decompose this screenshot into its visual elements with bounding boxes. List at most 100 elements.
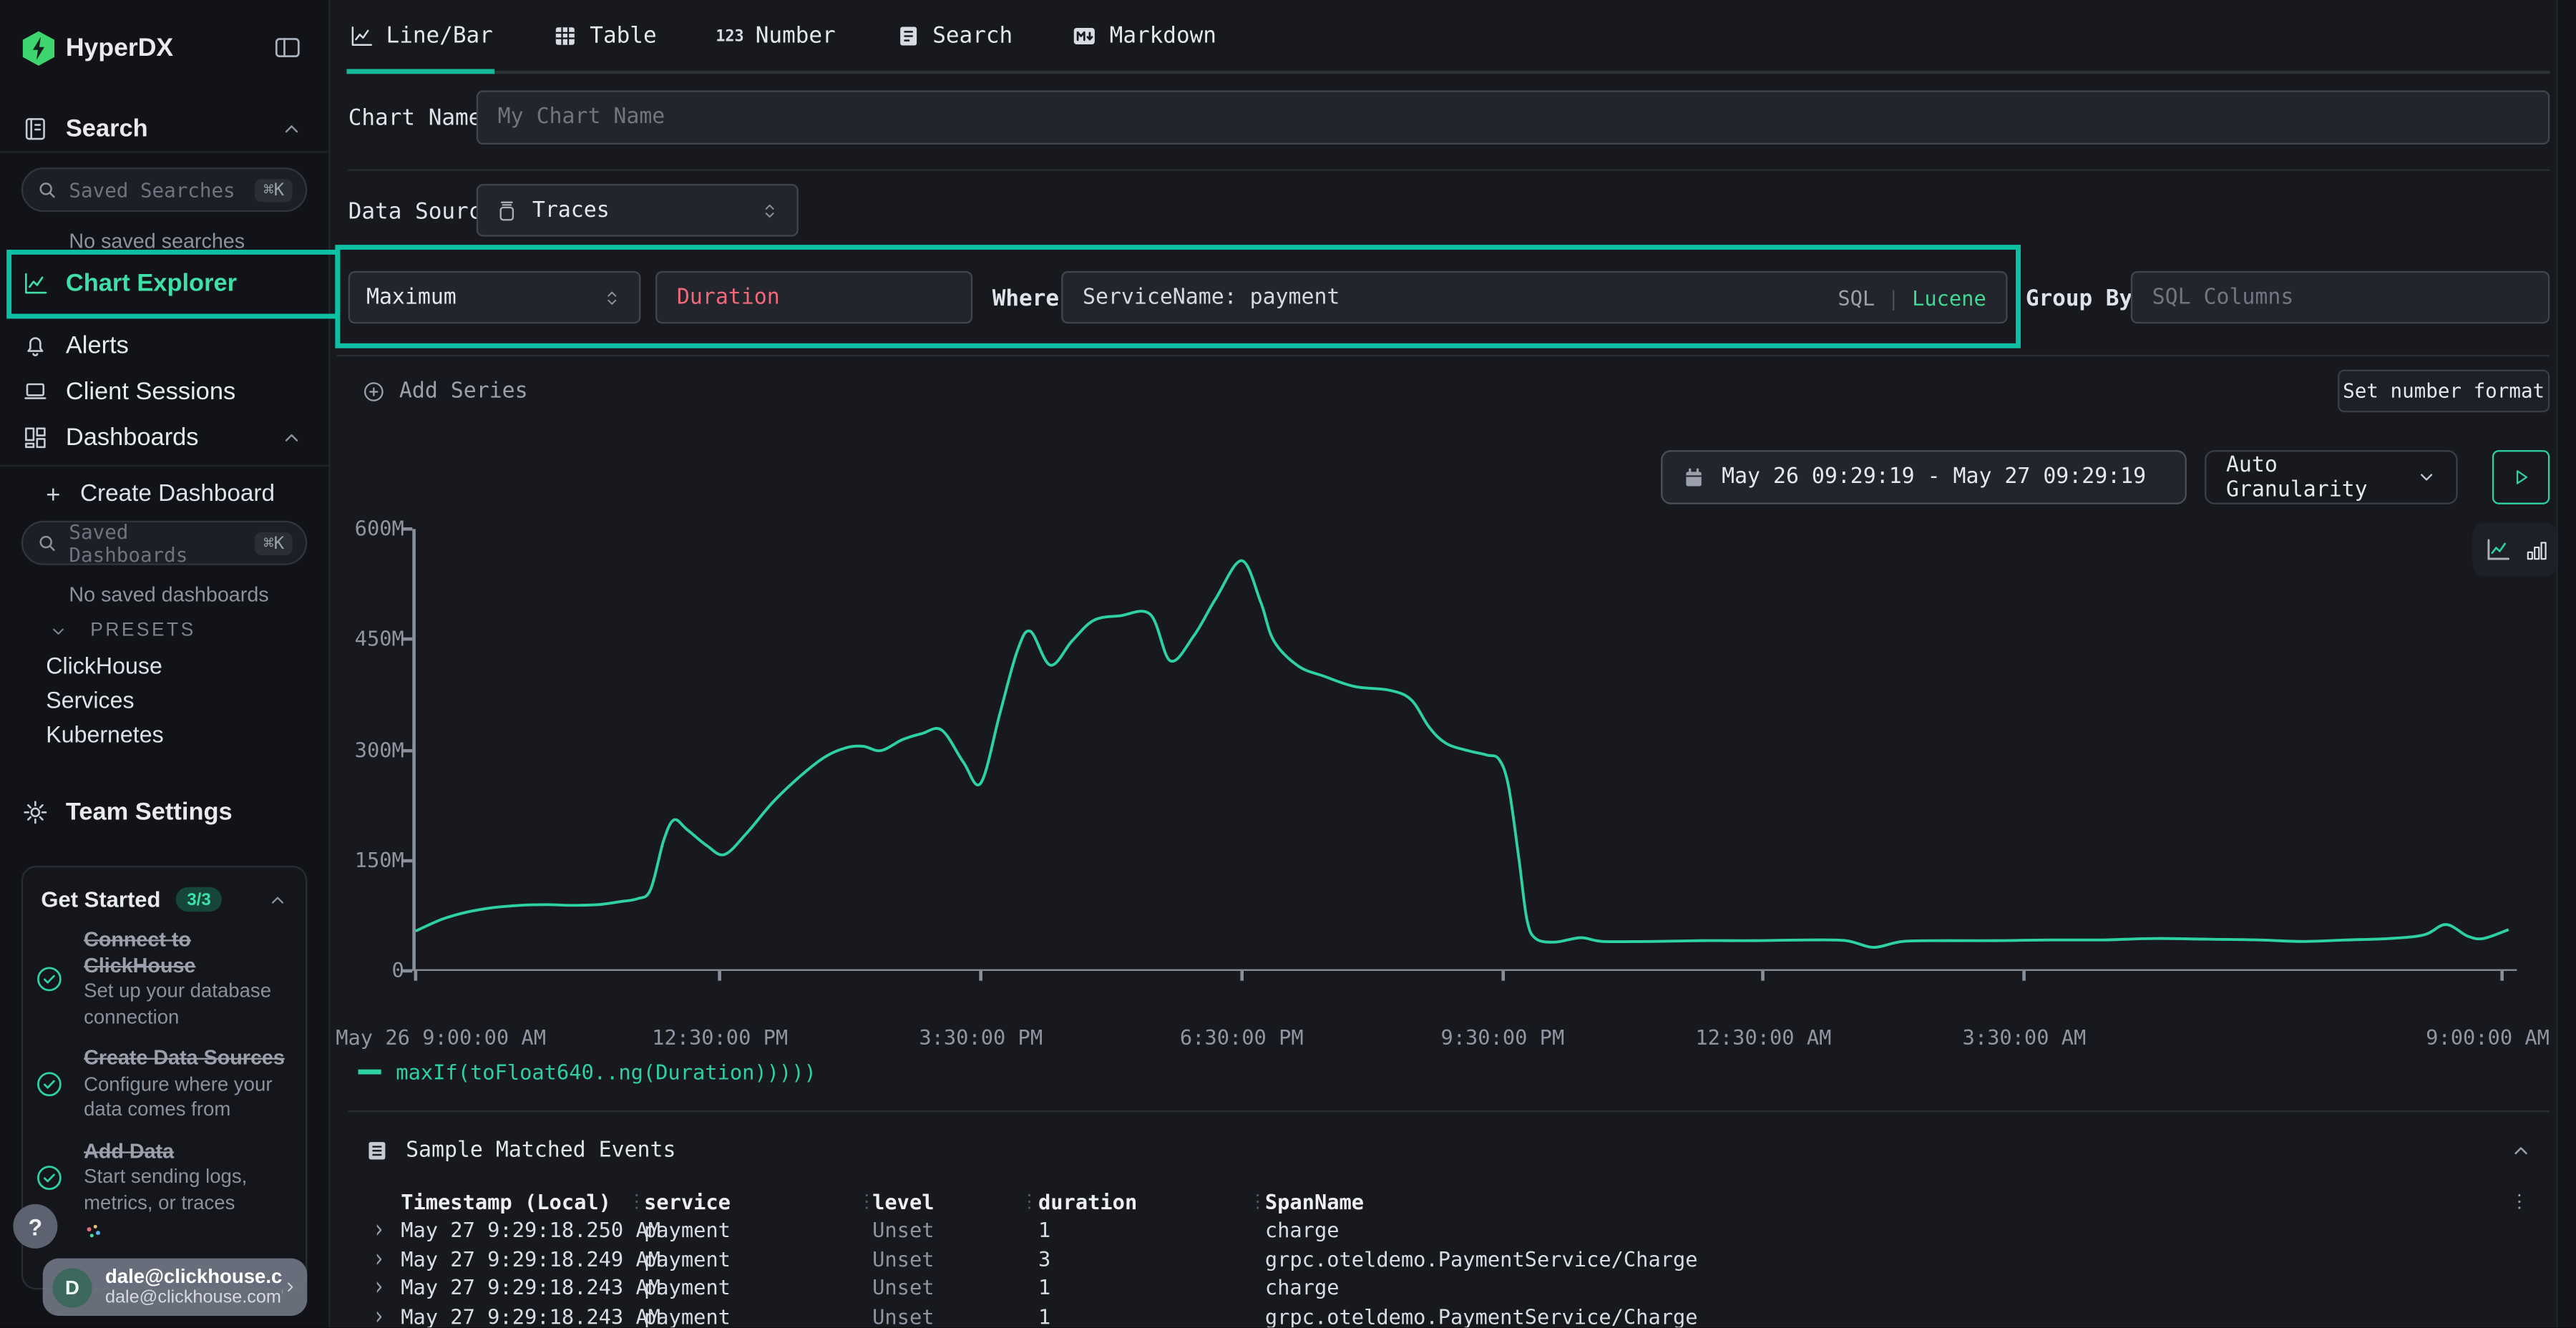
collapse-events-icon[interactable] bbox=[2510, 1140, 2532, 1161]
get-started-badge: 3/3 bbox=[175, 887, 223, 912]
column-header-level[interactable]: level bbox=[872, 1189, 934, 1214]
chevron-up-icon[interactable] bbox=[268, 889, 288, 909]
column-header-spanname[interactable]: SpanName bbox=[1265, 1189, 1364, 1214]
data-source-value: Traces bbox=[532, 198, 610, 223]
laptop-icon bbox=[21, 377, 49, 405]
123-icon: 123 bbox=[716, 27, 743, 45]
expand-row-icon[interactable]: › bbox=[373, 1214, 385, 1244]
chart-series-line bbox=[416, 561, 2509, 947]
column-header-duration[interactable]: duration bbox=[1038, 1189, 1137, 1214]
get-started-item[interactable]: Add DataStart sending logs, metrics, or … bbox=[34, 1139, 288, 1216]
tab-line-bar[interactable]: Line/Bar bbox=[348, 0, 493, 72]
legend-swatch bbox=[358, 1070, 381, 1074]
expand-row-icon[interactable]: › bbox=[373, 1243, 385, 1273]
date-range-value: May 26 09:29:19 - May 27 09:29:19 bbox=[1722, 465, 2146, 489]
get-started-extra-item[interactable] bbox=[84, 1222, 288, 1244]
table-row[interactable]: ›May 27 9:29:18.243 AMpaymentUnset1grpc.… bbox=[348, 1304, 2550, 1327]
help-button[interactable]: ? bbox=[13, 1204, 57, 1249]
column-resize-handle[interactable]: ⋮ bbox=[1020, 1191, 1038, 1213]
cell-spanname: charge bbox=[1265, 1275, 1340, 1299]
sample-events-header[interactable]: Sample Matched Events bbox=[365, 1135, 676, 1164]
table-row[interactable]: ›May 27 9:29:18.249 AMpaymentUnset3grpc.… bbox=[348, 1246, 2550, 1274]
sidebar-section-search[interactable]: Search bbox=[0, 105, 328, 151]
chart-name-field[interactable] bbox=[477, 90, 2550, 145]
column-resize-handle[interactable]: ⋮ bbox=[857, 1191, 875, 1213]
date-range-picker[interactable]: May 26 09:29:19 - May 27 09:29:19 bbox=[1661, 450, 2187, 504]
add-series-button[interactable]: Add Series bbox=[361, 376, 528, 406]
tab-search[interactable]: Search bbox=[894, 0, 1013, 72]
x-tick-mark bbox=[1240, 971, 1244, 981]
y-tick-label: 300M bbox=[306, 737, 404, 761]
presets-toggle[interactable]: PRESETS bbox=[0, 617, 328, 644]
doc-list-icon bbox=[365, 1138, 389, 1162]
y-tick-label: 0 bbox=[306, 958, 404, 982]
column-resize-handle[interactable]: ⋮ bbox=[1249, 1191, 1267, 1213]
user-menu[interactable]: D dale@clickhouse.com dale@clickhouse.co… bbox=[43, 1259, 308, 1316]
bar-chart-toggle-icon[interactable] bbox=[2524, 538, 2547, 561]
cell-spanname: charge bbox=[1265, 1217, 1340, 1241]
get-started-item[interactable]: Create Data SourcesConfigure where your … bbox=[34, 1046, 288, 1123]
set-number-format-button[interactable]: Set number format bbox=[2338, 370, 2550, 413]
tab-label: Search bbox=[932, 23, 1013, 49]
saved-dashboards-input[interactable]: Saved Dashboards ⌘K bbox=[21, 521, 307, 565]
lucene-mode-toggle[interactable]: Lucene bbox=[1912, 285, 1986, 309]
preset-clickhouse[interactable]: ClickHouse bbox=[46, 652, 162, 678]
granularity-select[interactable]: Auto Granularity bbox=[2205, 450, 2458, 504]
group-by-field[interactable] bbox=[2131, 271, 2550, 323]
y-axis-line bbox=[412, 529, 415, 971]
x-tick-mark bbox=[1501, 971, 1505, 981]
sidebar-item-client-sessions[interactable]: Client Sessions bbox=[0, 368, 328, 414]
cell-level: Unset bbox=[872, 1275, 934, 1299]
table-options-kebab-icon[interactable]: ⋮ bbox=[2510, 1191, 2528, 1213]
table-row[interactable]: ›May 27 9:29:18.250 AMpaymentUnset1charg… bbox=[348, 1217, 2550, 1246]
aggregation-select[interactable]: Maximum bbox=[348, 271, 641, 323]
chart-name-input[interactable] bbox=[478, 105, 2548, 130]
cell-duration: 1 bbox=[1038, 1217, 1050, 1241]
expand-row-icon[interactable]: › bbox=[373, 1271, 385, 1302]
collapse-sidebar-icon[interactable] bbox=[273, 33, 302, 62]
events-table-header: Timestamp (Local) service level duration Spa… bbox=[348, 1189, 2550, 1217]
x-tick-mark bbox=[718, 971, 722, 981]
cell-level: Unset bbox=[872, 1304, 934, 1327]
run-query-button[interactable] bbox=[2492, 450, 2550, 504]
tab-markdown[interactable]: Markdown bbox=[1072, 0, 1216, 72]
column-header-service[interactable]: service bbox=[644, 1189, 731, 1214]
preset-kubernetes[interactable]: Kubernetes bbox=[46, 721, 163, 748]
hyperdx-logo-icon bbox=[21, 29, 56, 67]
sql-mode-toggle[interactable]: SQL bbox=[1838, 285, 1875, 309]
get-started-item[interactable]: Connect to ClickHouseSet up your databas… bbox=[34, 928, 288, 1030]
add-series-label: Add Series bbox=[399, 379, 528, 403]
presets-label: PRESETS bbox=[90, 621, 195, 641]
sidebar-item-chart-explorer[interactable]: Chart Explorer bbox=[0, 258, 328, 307]
group-by-input[interactable] bbox=[2132, 285, 2548, 309]
expand-row-icon[interactable]: › bbox=[373, 1300, 385, 1327]
sidebar-item-alerts[interactable]: Alerts bbox=[0, 322, 328, 368]
data-source-select[interactable]: Traces bbox=[477, 184, 799, 236]
sample-events-title: Sample Matched Events bbox=[406, 1138, 675, 1162]
x-tick-mark bbox=[2501, 971, 2504, 981]
field-select[interactable]: Duration bbox=[655, 271, 972, 323]
x-tick-label: 9:00:00 AM bbox=[2426, 1025, 2550, 1050]
sidebar-item-label: Chart Explorer bbox=[66, 268, 237, 296]
cell-service: payment bbox=[644, 1304, 731, 1327]
aggregation-value: Maximum bbox=[366, 285, 457, 309]
chart-legend[interactable]: maxIf(toFloat640..ng(Duration))))) bbox=[358, 1060, 816, 1084]
app-window: HyperDX Search Saved Searches ⌘K No save… bbox=[0, 0, 2576, 1327]
preset-services[interactable]: Services bbox=[46, 687, 134, 713]
line-chart-icon bbox=[21, 268, 49, 296]
tab-number[interactable]: 123Number bbox=[716, 0, 835, 72]
create-dashboard-button[interactable]: + Create Dashboard bbox=[0, 475, 328, 514]
get-started-item-title: Add Data bbox=[84, 1139, 288, 1165]
table-row[interactable]: ›May 27 9:29:18.243 AMpaymentUnset1charg… bbox=[348, 1275, 2550, 1304]
get-started-item-title: Create Data Sources bbox=[84, 1046, 288, 1072]
sidebar-item-team-settings[interactable]: Team Settings bbox=[0, 788, 328, 834]
sidebar-item-dashboards[interactable]: Dashboards bbox=[0, 414, 328, 460]
column-resize-handle[interactable]: ⋮ bbox=[628, 1191, 645, 1213]
where-field[interactable]: ServiceName: payment SQL | Lucene bbox=[1061, 271, 2007, 323]
scrollbar-gutter[interactable] bbox=[2556, 0, 2576, 1327]
saved-searches-input[interactable]: Saved Searches ⌘K bbox=[21, 167, 307, 212]
sidebar-item-label: Dashboards bbox=[66, 423, 199, 451]
x-tick-mark bbox=[979, 971, 982, 981]
column-header-timestamp-local-[interactable]: Timestamp (Local) bbox=[401, 1189, 611, 1214]
tab-table[interactable]: Table bbox=[552, 0, 656, 72]
